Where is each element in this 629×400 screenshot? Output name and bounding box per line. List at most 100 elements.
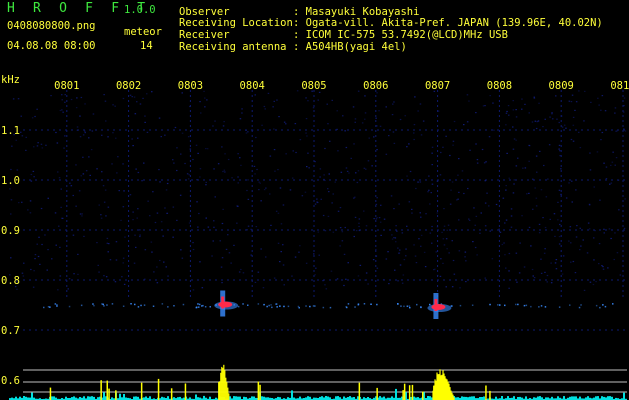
carrier-dot [599, 306, 601, 309]
echo-core [431, 304, 446, 310]
noise-speck [33, 176, 35, 178]
noise-floor-bar [427, 396, 429, 400]
noise-speck [205, 181, 207, 183]
noise-speck [533, 96, 535, 98]
noise-speck [353, 235, 355, 238]
noise-speck [346, 170, 349, 172]
noise-speck [367, 283, 369, 285]
noise-speck [524, 167, 527, 169]
carrier-dot [56, 304, 58, 306]
carrier-dot [489, 303, 491, 306]
noise-speck [38, 236, 40, 238]
noise-speck [542, 126, 544, 128]
carrier-dot [400, 305, 402, 307]
noise-speck [551, 113, 553, 115]
carrier-dot [93, 304, 95, 307]
carrier-dot [134, 303, 136, 306]
noise-speck [363, 210, 365, 212]
noise-speck [64, 135, 66, 137]
carrier-dot [68, 305, 71, 308]
noise-speck [561, 273, 564, 275]
noise-floor-bar [609, 396, 611, 400]
noise-speck [262, 287, 265, 289]
noise-speck [77, 273, 79, 275]
noise-speck [354, 121, 356, 123]
noise-speck [221, 222, 224, 225]
noise-speck [619, 274, 622, 276]
noise-speck [376, 217, 378, 219]
noise-speck [413, 138, 415, 141]
noise-speck [385, 258, 388, 260]
noise-speck [192, 289, 195, 291]
noise-speck [568, 240, 570, 242]
noise-speck [254, 281, 257, 283]
noise-speck [29, 200, 32, 202]
carrier-dot [270, 304, 272, 306]
noise-speck [289, 189, 292, 191]
noise-speck [181, 132, 184, 134]
noise-speck [76, 97, 78, 99]
noise-speck [205, 217, 207, 219]
noise-speck [439, 275, 442, 277]
noise-speck [179, 194, 182, 196]
noise-speck [380, 204, 382, 206]
noise-speck [572, 116, 575, 118]
noise-speck [531, 121, 534, 123]
noise-speck [574, 272, 577, 274]
noise-speck [405, 255, 407, 257]
noise-speck [442, 146, 444, 148]
noise-speck [554, 235, 556, 237]
noise-speck [282, 244, 284, 246]
noise-speck [105, 276, 108, 278]
noise-speck [212, 125, 214, 127]
noise-speck [273, 128, 275, 130]
noise-speck [64, 101, 66, 103]
noise-speck [151, 251, 153, 253]
carrier-dot [525, 304, 528, 307]
noise-speck [277, 242, 280, 244]
noise-speck [595, 281, 597, 283]
noise-speck [534, 120, 537, 122]
noise-speck [343, 253, 346, 255]
noise-speck [176, 147, 178, 149]
noise-floor-bar [87, 396, 89, 400]
noise-speck [486, 192, 488, 194]
noise-speck [174, 126, 177, 129]
noise-speck [548, 144, 551, 146]
noise-speck [44, 234, 46, 236]
noise-speck [442, 262, 444, 264]
noise-speck [435, 251, 437, 253]
noise-speck [472, 241, 474, 243]
noise-speck [603, 162, 605, 164]
noise-speck [115, 241, 118, 243]
noise-speck [50, 95, 52, 97]
noise-speck [345, 146, 348, 149]
noise-speck [90, 149, 93, 151]
noise-speck [294, 123, 297, 125]
noise-speck [61, 99, 63, 101]
noise-speck [357, 90, 360, 92]
noise-speck [135, 246, 137, 248]
noise-speck [452, 140, 455, 142]
noise-speck [508, 114, 510, 116]
noise-speck [54, 212, 57, 214]
noise-speck [332, 193, 334, 195]
noise-speck [30, 180, 33, 182]
noise-speck [397, 280, 399, 282]
carrier-dot [279, 305, 281, 307]
noise-speck [513, 183, 515, 185]
noise-speck [372, 259, 375, 261]
noise-speck [118, 190, 120, 192]
noise-speck [356, 181, 359, 184]
noise-speck [589, 152, 591, 154]
carrier-dot [182, 303, 185, 306]
noise-floor-bar [513, 396, 515, 400]
noise-speck [484, 202, 487, 204]
noise-speck [324, 284, 326, 286]
noise-speck [512, 100, 514, 102]
noise-floor-bar [31, 392, 33, 400]
noise-speck [436, 212, 439, 214]
noise-speck [114, 105, 116, 107]
noise-speck [375, 117, 377, 119]
noise-speck [538, 102, 540, 104]
